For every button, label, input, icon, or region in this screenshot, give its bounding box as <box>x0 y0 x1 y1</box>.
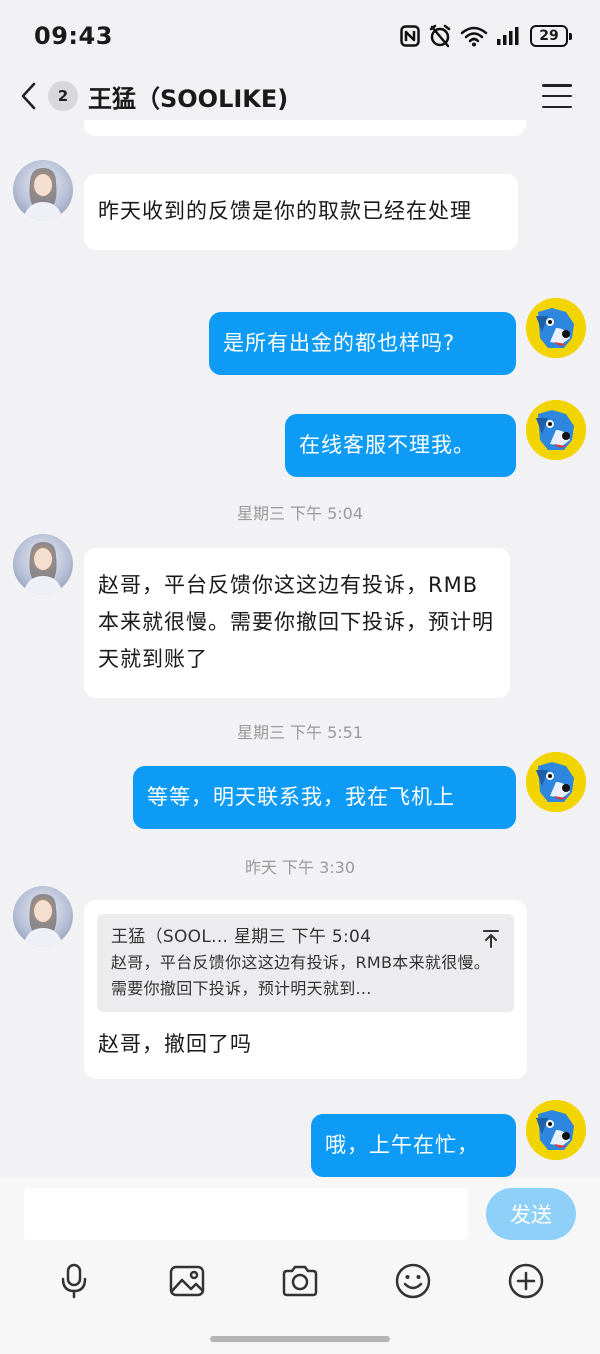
timestamp-divider: 昨天 下午 3:30 <box>244 858 356 877</box>
chevron-left-icon <box>21 82 36 110</box>
alarm-off-icon <box>428 24 452 48</box>
home-indicator[interactable] <box>210 1336 390 1342</box>
bottom-safe-area <box>0 1312 600 1354</box>
menu-icon-line <box>542 105 572 108</box>
quote-header: 王猛（SOOL... 星期三 下午 5:04 <box>111 927 372 947</box>
status-time: 09:43 <box>34 22 113 50</box>
input-toolbar <box>0 1250 600 1312</box>
battery-icon: 29 <box>530 25 572 47</box>
image-icon[interactable] <box>167 1261 207 1301</box>
message-text: 赵哥，撤回了吗 <box>98 1032 252 1056</box>
message-list[interactable]: 昨天收到的反馈是你的取款已经在处理 是所有出金的都也样吗? 在线客服不理我。 星… <box>0 120 600 1178</box>
timestamp-divider: 星期三 下午 5:51 <box>236 723 364 742</box>
message-bubble-outgoing[interactable]: 哦，上午在忙， <box>311 1114 516 1177</box>
status-icons: 29 <box>400 24 572 48</box>
input-bar: 发送 <box>0 1178 600 1250</box>
microphone-icon[interactable] <box>54 1261 94 1301</box>
message-text: 赵哥，平台反馈你这这边有投诉，RMB本来就很慢。需要你撤回下投诉，预计明天就到账… <box>98 573 494 671</box>
message-bubble-partial <box>84 120 526 136</box>
chat-header: 2 王猛（SOOLIKE) <box>0 72 600 120</box>
message-text: 昨天收到的反馈是你的取款已经在处理 <box>98 199 472 223</box>
status-bar: 09:43 29 <box>0 0 600 72</box>
signal-icon <box>496 26 522 46</box>
message-bubble-incoming[interactable]: 赵哥，平台反馈你这这边有投诉，RMB本来就很慢。需要你撤回下投诉，预计明天就到账… <box>84 548 510 698</box>
plus-icon[interactable] <box>506 1261 546 1301</box>
menu-button[interactable] <box>542 84 572 108</box>
menu-icon-line <box>542 84 572 87</box>
camera-icon[interactable] <box>280 1261 320 1301</box>
emoji-icon[interactable] <box>393 1261 433 1301</box>
contact-avatar[interactable] <box>13 160 73 220</box>
message-bubble-incoming-with-quote[interactable]: 王猛（SOOL... 星期三 下午 5:04 赵哥，平台反馈你这这边有投诉，RM… <box>84 900 527 1079</box>
contact-avatar[interactable] <box>13 886 73 946</box>
message-text: 等等，明天联系我，我在飞机上 <box>147 785 455 809</box>
chat-title: 王猛（SOOLIKE) <box>88 84 289 113</box>
message-bubble-outgoing[interactable]: 在线客服不理我。 <box>285 414 516 477</box>
send-button[interactable]: 发送 <box>486 1188 576 1240</box>
message-text: 在线客服不理我。 <box>299 433 475 457</box>
self-avatar[interactable] <box>526 298 586 358</box>
quoted-message[interactable]: 王猛（SOOL... 星期三 下午 5:04 赵哥，平台反馈你这这边有投诉，RM… <box>97 914 514 1012</box>
message-bubble-outgoing[interactable]: 是所有出金的都也样吗? <box>209 312 516 375</box>
wifi-icon <box>460 25 488 47</box>
timestamp-divider: 星期三 下午 5:04 <box>236 504 364 523</box>
message-bubble-outgoing[interactable]: 等等，明天联系我，我在飞机上 <box>133 766 516 829</box>
message-input[interactable] <box>24 1188 468 1240</box>
unread-count-badge[interactable]: 2 <box>48 81 78 111</box>
self-avatar[interactable] <box>526 400 586 460</box>
nfc-icon <box>400 25 420 47</box>
jump-to-top-icon[interactable] <box>482 924 500 961</box>
self-avatar[interactable] <box>526 752 586 812</box>
contact-avatar[interactable] <box>13 534 73 594</box>
message-text: 哦，上午在忙， <box>325 1133 479 1157</box>
message-text: 是所有出金的都也样吗? <box>223 331 456 355</box>
menu-icon-line <box>542 94 572 98</box>
self-avatar[interactable] <box>526 1100 586 1160</box>
back-button[interactable] <box>20 81 42 111</box>
quote-body: 赵哥，平台反馈你这这边有投诉，RMB本来就很慢。需要你撤回下投诉，预计明天就到.… <box>111 953 491 998</box>
message-bubble-incoming[interactable]: 昨天收到的反馈是你的取款已经在处理 <box>84 174 518 250</box>
